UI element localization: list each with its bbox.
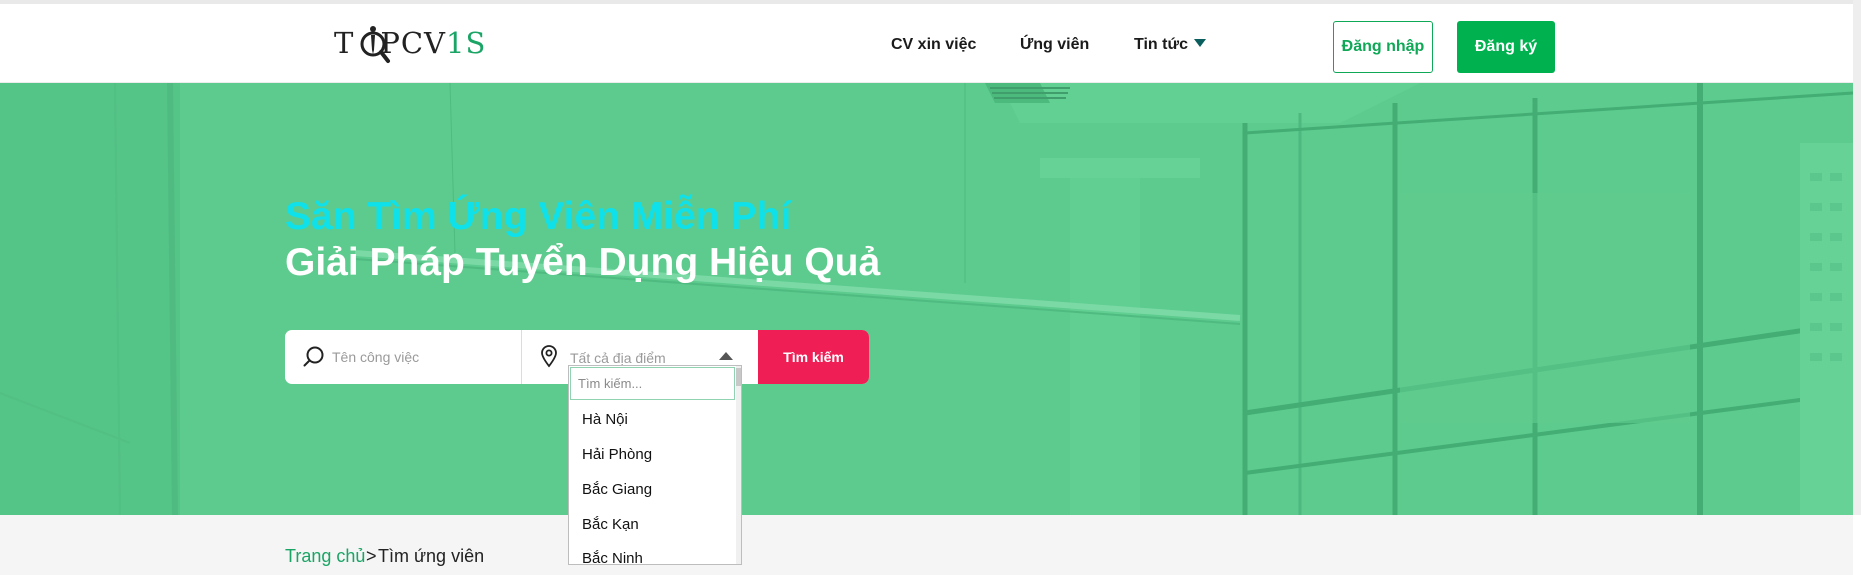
nav-tin-tuc[interactable]: Tin tức — [1134, 36, 1206, 54]
nav-ung-vien[interactable]: Ứng viên — [1020, 36, 1089, 54]
map-pin-icon — [541, 345, 557, 368]
content-area — [0, 515, 1853, 575]
office-background-image — [0, 83, 1861, 515]
login-button[interactable]: Đăng nhập — [1333, 21, 1433, 73]
hero-title-line2: Giải Pháp Tuyển Dụng Hiệu Quả — [285, 241, 881, 284]
location-selected-value: Tất cả địa điểm — [570, 350, 666, 366]
location-option[interactable]: Hà Nội — [582, 411, 628, 428]
location-dropdown: Hà Nội Hải Phòng Bắc Giang Bắc Kạn Bắc N… — [568, 365, 742, 565]
site-header: T PCV1S CV xin việc Ứng viên Tin tức Đăng… — [0, 4, 1861, 83]
caret-down-icon — [1193, 39, 1206, 47]
page-scrollbar[interactable] — [1853, 0, 1861, 515]
logo-text-end: 1S — [446, 26, 487, 60]
keyword-input[interactable] — [332, 344, 512, 370]
magnifier-logo-icon — [360, 26, 390, 63]
register-button[interactable]: Đăng ký — [1457, 21, 1555, 73]
breadcrumb-separator: > — [366, 546, 377, 566]
location-option[interactable]: Bắc Ninh — [582, 550, 643, 564]
site-logo[interactable]: T PCV1S — [334, 18, 487, 70]
keyword-field[interactable] — [285, 330, 521, 384]
nav-tin-tuc-label: Tin tức — [1134, 36, 1188, 53]
breadcrumb-current: Tìm ứng viên — [378, 546, 485, 566]
nav-cv-xin-viec[interactable]: CV xin việc — [891, 36, 976, 54]
breadcrumb-home-link[interactable]: Trang chủ — [285, 546, 365, 567]
location-option[interactable]: Bắc Kạn — [582, 516, 639, 533]
location-search-input[interactable] — [570, 367, 735, 400]
dropdown-scrollbar[interactable] — [736, 366, 741, 564]
location-option[interactable]: Hải Phòng — [582, 446, 652, 463]
caret-up-icon — [719, 352, 733, 360]
search-icon — [303, 346, 324, 367]
logo-text-start: T — [334, 26, 355, 60]
hero-banner: Săn Tìm Ứng Viên Miễn Phí Giải Pháp Tuyể… — [0, 83, 1861, 515]
location-option[interactable]: Bắc Giang — [582, 481, 652, 498]
hero-title-line1: Săn Tìm Ứng Viên Miễn Phí — [285, 195, 792, 238]
search-button[interactable]: Tìm kiếm — [758, 330, 869, 384]
